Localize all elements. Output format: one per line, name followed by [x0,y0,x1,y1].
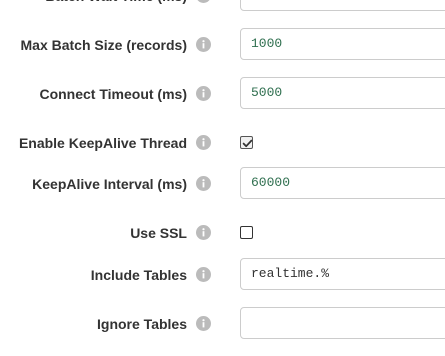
include-tables-input[interactable]: realtime.% [240,258,445,290]
ignore-tables-input[interactable] [240,307,445,339]
include-tables-label: Include Tables [90,267,187,283]
enable-keepalive-label: Enable KeepAlive Thread [18,135,187,151]
ignore-tables-label: Ignore Tables [97,316,187,332]
connect-timeout-label: Connect Timeout (ms) [39,86,187,102]
form-row-max-batch-size: Max Batch Size (records) 1000 [0,28,445,62]
keepalive-interval-input[interactable]: 60000 [240,167,445,199]
use-ssl-checkbox[interactable] [240,226,253,239]
form-row-ignore-tables: Ignore Tables [0,307,445,341]
max-batch-size-input[interactable]: 1000 [240,28,445,60]
form-row-enable-keepalive: Enable KeepAlive Thread [0,126,445,160]
max-batch-size-label: Max Batch Size (records) [20,37,188,53]
form-row-use-ssl: Use SSL [0,216,445,250]
use-ssl-label: Use SSL [130,225,187,241]
form-row-batch-wait-time: Batch Wait Time (ms) [0,0,445,13]
info-icon[interactable] [196,135,211,150]
info-icon[interactable] [196,267,211,282]
info-icon[interactable] [196,86,211,101]
form-row-include-tables: Include Tables realtime.% [0,258,445,292]
form-row-connect-timeout: Connect Timeout (ms) 5000 [0,77,445,111]
info-icon[interactable] [196,316,211,331]
connect-timeout-input[interactable]: 5000 [240,77,445,109]
form-row-keepalive-interval: KeepAlive Interval (ms) 60000 [0,167,445,201]
info-icon[interactable] [196,176,211,191]
checkmark-icon [242,139,253,148]
info-icon[interactable] [196,37,211,52]
batch-wait-time-label: Batch Wait Time (ms) [45,0,187,13]
keepalive-interval-label: KeepAlive Interval (ms) [32,176,187,192]
info-icon[interactable] [196,225,211,240]
batch-wait-time-input[interactable] [240,0,445,11]
enable-keepalive-checkbox[interactable] [240,136,253,149]
info-icon[interactable] [196,0,211,3]
